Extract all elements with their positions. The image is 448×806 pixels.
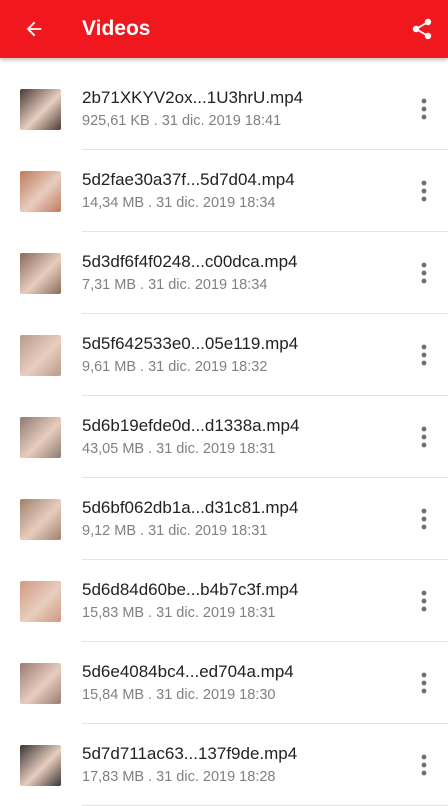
video-file-meta: 43,05 MB . 31 dic. 2019 18:31 (82, 441, 276, 457)
video-file-name: 5d2fae30a37f...5d7d04.mp4 (82, 170, 295, 189)
more-vert-icon (421, 262, 427, 284)
video-thumbnail (20, 581, 61, 622)
share-button[interactable] (402, 9, 442, 49)
list-item[interactable]: 5d3df6f4f0248...c00dca.mp4 7,31 MB . 31 d… (0, 232, 448, 314)
list-item[interactable]: 5d6d84d60be...b4b7c3f.mp4 15,83 MB . 31 d… (0, 560, 448, 642)
video-file-meta: 17,83 MB . 31 dic. 2019 18:28 (82, 769, 276, 785)
more-options-button[interactable] (410, 256, 438, 290)
more-vert-icon (421, 508, 427, 530)
more-options-button[interactable] (410, 92, 438, 126)
video-thumbnail (20, 253, 61, 294)
more-vert-icon (421, 754, 427, 776)
video-file-meta: 15,83 MB . 31 dic. 2019 18:31 (82, 605, 276, 621)
video-file-name: 5d7d711ac63...137f9de.mp4 (82, 744, 298, 763)
more-vert-icon (421, 672, 427, 694)
video-file-meta: 15,84 MB . 31 dic. 2019 18:30 (82, 687, 276, 703)
video-file-meta: 14,34 MB . 31 dic. 2019 18:34 (82, 195, 276, 211)
more-vert-icon (421, 180, 427, 202)
video-file-name: 5d6bf062db1a...d31c81.mp4 (82, 498, 299, 517)
video-thumbnail (20, 417, 61, 458)
video-thumbnail (20, 663, 61, 704)
more-options-button[interactable] (410, 748, 438, 782)
more-options-button[interactable] (410, 174, 438, 208)
more-vert-icon (421, 98, 427, 120)
more-options-button[interactable] (410, 584, 438, 618)
video-file-name: 5d5f642533e0...05e119.mp4 (82, 334, 299, 353)
more-options-button[interactable] (410, 666, 438, 700)
list-item[interactable]: 5d6b19efde0d...d1338a.mp4 43,05 MB . 31 d… (0, 396, 448, 478)
more-vert-icon (421, 590, 427, 612)
app-bar: Videos (0, 0, 448, 58)
list-item[interactable]: 5d6e4084bc4...ed704a.mp4 15,84 MB . 31 di… (0, 642, 448, 724)
more-vert-icon (421, 426, 427, 448)
video-list: 2b71XKYV2ox...1U3hrU.mp4 925,61 KB . 31 d… (0, 68, 448, 806)
video-file-name: 5d6d84d60be...b4b7c3f.mp4 (82, 580, 299, 599)
list-item[interactable]: 5d2fae30a37f...5d7d04.mp4 14,34 MB . 31 d… (0, 150, 448, 232)
video-file-meta: 9,61 MB . 31 dic. 2019 18:32 (82, 359, 268, 375)
arrow-back-icon (26, 21, 42, 37)
video-file-meta: 925,61 KB . 31 dic. 2019 18:41 (82, 113, 282, 129)
list-item[interactable]: 5d6bf062db1a...d31c81.mp4 9,12 MB . 31 di… (0, 478, 448, 560)
more-vert-icon (421, 344, 427, 366)
video-thumbnail (20, 171, 61, 212)
list-item[interactable]: 2b71XKYV2ox...1U3hrU.mp4 925,61 KB . 31 d… (0, 68, 448, 150)
more-options-button[interactable] (410, 420, 438, 454)
video-file-meta: 7,31 MB . 31 dic. 2019 18:34 (82, 277, 268, 293)
share-icon (412, 18, 432, 40)
video-thumbnail (20, 499, 61, 540)
back-button[interactable] (14, 9, 54, 49)
more-options-button[interactable] (410, 502, 438, 536)
video-thumbnail (20, 335, 61, 376)
video-file-name: 5d6b19efde0d...d1338a.mp4 (82, 416, 300, 435)
video-thumbnail (20, 745, 61, 786)
video-file-name: 5d6e4084bc4...ed704a.mp4 (82, 662, 294, 681)
list-item[interactable]: 5d7d711ac63...137f9de.mp4 17,83 MB . 31 d… (0, 724, 448, 806)
video-file-meta: 9,12 MB . 31 dic. 2019 18:31 (82, 523, 268, 539)
video-file-name: 5d3df6f4f0248...c00dca.mp4 (82, 252, 298, 271)
more-options-button[interactable] (410, 338, 438, 372)
video-thumbnail (20, 89, 61, 130)
list-item[interactable]: 5d5f642533e0...05e119.mp4 9,61 MB . 31 di… (0, 314, 448, 396)
page-title: Videos (82, 17, 151, 40)
video-file-name: 2b71XKYV2ox...1U3hrU.mp4 (82, 88, 304, 107)
